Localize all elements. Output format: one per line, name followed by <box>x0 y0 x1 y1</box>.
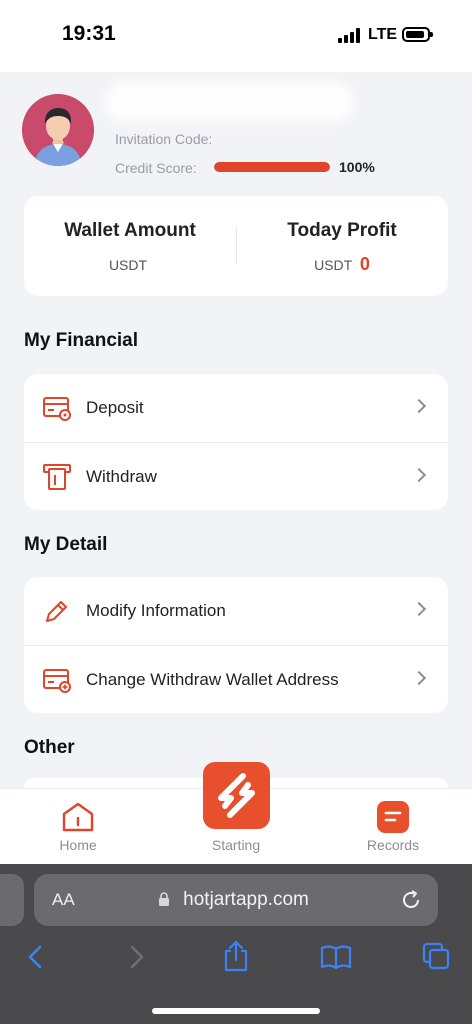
records-icon <box>377 801 409 833</box>
signal-icon <box>338 28 362 43</box>
detail-list: Modify Information Change Withdraw Walle… <box>24 577 448 713</box>
battery-icon <box>402 27 433 42</box>
share-icon[interactable] <box>222 940 250 972</box>
address-bar[interactable]: AA hotjartapp.com <box>34 874 438 926</box>
chevron-right-icon <box>411 398 427 414</box>
credit-score-fill <box>214 162 330 172</box>
financial-list: Deposit Withdraw <box>24 374 448 510</box>
menu-item-label: Modify Information <box>86 601 226 620</box>
previous-tab-preview[interactable] <box>0 874 24 926</box>
chevron-right-icon <box>411 670 427 686</box>
tab-home[interactable]: Home <box>18 789 138 865</box>
home-indicator <box>152 1008 320 1014</box>
credit-score-bar <box>214 162 330 172</box>
invitation-code-label: Invitation Code: <box>115 131 213 147</box>
credit-score-value: 100% <box>339 159 375 175</box>
browser-toolbar: AA hotjartapp.com <box>0 864 472 1024</box>
bookmarks-icon[interactable] <box>320 944 352 970</box>
credit-score-label: Credit Score: <box>115 160 197 176</box>
today-profit-unit: USDT <box>314 257 352 273</box>
menu-item-label: Withdraw <box>86 467 157 486</box>
wallet-add-icon <box>43 669 71 693</box>
pencil-icon <box>46 601 67 622</box>
back-icon[interactable] <box>24 944 46 970</box>
section-title-detail: My Detail <box>24 534 108 555</box>
forward-icon[interactable] <box>126 944 148 970</box>
wallet-card: Wallet Amount USDT Today Profit USDT 0 <box>24 196 448 296</box>
section-title-other: Other <box>24 737 75 758</box>
tabs-icon[interactable] <box>422 942 450 970</box>
chevron-right-icon <box>411 467 427 483</box>
reload-icon[interactable] <box>400 889 422 911</box>
avatar[interactable] <box>22 94 94 166</box>
home-icon <box>62 802 94 832</box>
menu-item-deposit[interactable]: Deposit <box>24 374 448 442</box>
today-profit-value: 0 <box>359 254 370 274</box>
menu-item-change-wallet-address[interactable]: Change Withdraw Wallet Address <box>24 645 448 713</box>
wallet-amount-unit: USDT <box>108 257 148 273</box>
menu-item-withdraw[interactable]: Withdraw <box>24 442 448 510</box>
withdraw-icon <box>43 464 71 490</box>
deposit-icon <box>43 397 71 421</box>
status-time: 19:31 <box>62 22 116 45</box>
today-profit-title: Today Profit <box>287 220 397 241</box>
tab-records-label: Records <box>366 837 420 853</box>
tab-starting-label: Starting <box>211 837 261 853</box>
status-bar: 19:31 LTE <box>0 0 472 72</box>
starting-logo-icon <box>218 773 255 818</box>
starting-button[interactable] <box>203 762 270 829</box>
tab-home-label: Home <box>59 837 97 853</box>
menu-item-label: Change Withdraw Wallet Address <box>86 670 339 689</box>
section-title-financial: My Financial <box>24 330 139 351</box>
tab-records[interactable]: Records <box>333 789 453 865</box>
chevron-right-icon <box>411 601 427 617</box>
menu-item-modify-information[interactable]: Modify Information <box>24 577 448 645</box>
wallet-amount[interactable]: Wallet Amount USDT <box>24 196 236 296</box>
url-text: hotjartapp.com <box>183 889 309 910</box>
today-profit[interactable]: Today Profit USDT 0 <box>236 196 448 296</box>
wallet-amount-title: Wallet Amount <box>64 220 196 241</box>
menu-item-label: Deposit <box>86 398 144 417</box>
network-label: LTE <box>368 26 398 43</box>
username-redacted <box>104 82 354 122</box>
